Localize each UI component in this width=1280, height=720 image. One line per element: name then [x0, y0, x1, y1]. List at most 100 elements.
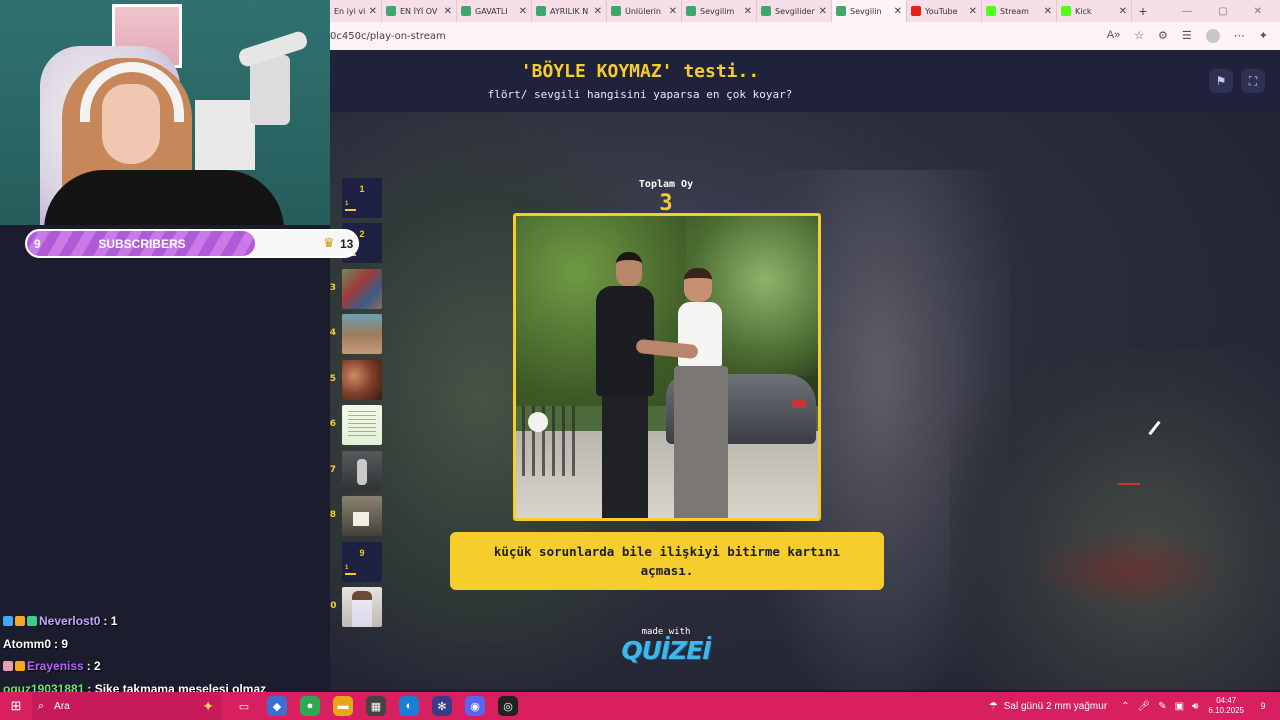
- background-blur: [950, 350, 1280, 690]
- rank-number: 3: [330, 283, 336, 293]
- ranking-item[interactable]: 7: [330, 451, 390, 491]
- total-votes-label: Toplam Oy: [638, 179, 694, 190]
- store-icon[interactable]: ▦: [366, 696, 386, 716]
- browser-tab[interactable]: Kick ✕: [1057, 0, 1132, 22]
- tab-favicon-icon: [761, 6, 771, 16]
- tab-favicon-icon: [611, 6, 621, 16]
- browser-tab[interactable]: Sevgilin ✕: [832, 0, 907, 22]
- browser-tab[interactable]: Stream ✕: [982, 0, 1057, 22]
- ranking-item[interactable]: ♛91: [330, 542, 390, 582]
- answer-option[interactable]: küçük sorunlarda bile ilişkiyi bitirme k…: [450, 532, 884, 590]
- file-explorer-icon[interactable]: ▬: [333, 696, 353, 716]
- quiz-title: 'BÖYLE KOYMAZ' testi..: [520, 61, 760, 82]
- favorites-list-icon[interactable]: ☰: [1182, 29, 1192, 43]
- speaker-icon[interactable]: 🔊︎: [1192, 701, 1198, 712]
- chat-message: Erayeniss: 2: [3, 655, 329, 678]
- quizei-logo[interactable]: QUİZEİ: [598, 636, 734, 665]
- flag-button[interactable]: ⚑: [1209, 69, 1233, 93]
- pen-icon[interactable]: ✎: [1158, 701, 1166, 712]
- chevron-up-icon[interactable]: ⌃: [1121, 701, 1129, 712]
- ranking-item[interactable]: 4: [330, 314, 390, 354]
- copilot-icon[interactable]: ✦: [1259, 29, 1268, 43]
- notification-badge[interactable]: 9: [1254, 697, 1272, 715]
- more-options-icon[interactable]: ⋯: [1234, 29, 1245, 43]
- tab-label: AYRILIK N: [550, 6, 589, 16]
- chat-badge-icon: [15, 661, 25, 672]
- profile-avatar[interactable]: [1205, 29, 1220, 43]
- new-tab-button[interactable]: +: [1132, 3, 1154, 19]
- tab-close-icon[interactable]: ✕: [894, 6, 902, 17]
- taskbar-search[interactable]: ⌕ Ara ✦: [32, 692, 222, 720]
- rank-vote-card: 11: [342, 178, 382, 218]
- obs-icon[interactable]: ◎: [498, 696, 518, 716]
- clock[interactable]: 04:47 6.10.2025: [1208, 696, 1254, 716]
- address-bar[interactable]: 0c450c/play-on-stream A» ☆ ⚙ ☰ ⋯ ✦: [330, 22, 1280, 50]
- browser-tab[interactable]: Sevgiliden ✕: [757, 0, 832, 22]
- ranking-item[interactable]: 3: [330, 269, 390, 309]
- tab-close-icon[interactable]: ✕: [744, 6, 752, 17]
- address-bar-actions: A» ☆ ⚙ ☰ ⋯ ✦: [1107, 29, 1280, 43]
- subscriber-goal-bar: 9 SUBSCRIBERS ♛ 13: [25, 229, 359, 258]
- microphone-icon[interactable]: 🎤︎: [1138, 701, 1151, 712]
- ranking-item[interactable]: 8: [330, 496, 390, 536]
- chat-overlay: Neverlost0: 1 Atomm0: 9 Erayeniss: 2 oguz19…: [3, 610, 329, 700]
- maximize-button[interactable]: ▢: [1218, 6, 1227, 17]
- tab-close-icon[interactable]: ✕: [969, 6, 977, 17]
- subscriber-label: SUBSCRIBERS: [98, 237, 186, 251]
- app-icon[interactable]: ✻: [432, 696, 452, 716]
- tab-close-icon[interactable]: ✕: [1044, 6, 1052, 17]
- minimize-button[interactable]: —: [1182, 6, 1192, 17]
- ranking-item[interactable]: 5: [330, 360, 390, 400]
- taskbar-apps: ▭ ◆ ● ▬ ▦ ◐ ✻ ◉ ◎: [222, 696, 518, 716]
- discord-icon[interactable]: ◉: [465, 696, 485, 716]
- image-woman-skirt: [674, 366, 728, 518]
- browser-tab[interactable]: En iyi vira ✕: [330, 0, 382, 22]
- browser-tab[interactable]: YouTube ✕: [907, 0, 982, 22]
- windows-icon: ⊞: [10, 698, 22, 713]
- read-aloud-icon[interactable]: A»: [1107, 29, 1120, 43]
- rain-icon: ☂: [988, 700, 998, 712]
- extensions-icon[interactable]: ⚙: [1158, 29, 1168, 43]
- copilot-app-icon[interactable]: ◆: [267, 696, 287, 716]
- edge-icon[interactable]: ◐: [399, 696, 419, 716]
- tab-close-icon[interactable]: ✕: [594, 6, 602, 17]
- ranking-item[interactable]: 11: [330, 178, 390, 218]
- url-text[interactable]: 0c450c/play-on-stream: [330, 31, 446, 42]
- ranking-item[interactable]: 6: [330, 405, 390, 445]
- favorite-star-icon[interactable]: ☆: [1134, 29, 1144, 43]
- webcam-lamp: [250, 55, 290, 125]
- network-icon[interactable]: ▣: [1175, 701, 1184, 712]
- background-blur: [1030, 530, 1230, 610]
- browser-tab[interactable]: AYRILIK N ✕: [532, 0, 607, 22]
- tab-close-icon[interactable]: ✕: [369, 6, 377, 17]
- tab-close-icon[interactable]: ✕: [819, 6, 827, 17]
- tab-label: Kick: [1075, 6, 1092, 16]
- browser-tab[interactable]: Ünlülerin ✕: [607, 0, 682, 22]
- task-view-icon[interactable]: ▭: [234, 696, 254, 716]
- tab-close-icon[interactable]: ✕: [1119, 6, 1127, 17]
- chat-text: : 9: [54, 636, 69, 651]
- flag-icon: ⚑: [1215, 74, 1227, 88]
- tab-close-icon[interactable]: ✕: [519, 6, 527, 17]
- tab-favicon-icon: [386, 6, 396, 16]
- tab-close-icon[interactable]: ✕: [444, 6, 452, 17]
- image-lamp: [528, 412, 548, 432]
- rank-votes-label: 1: [345, 201, 349, 207]
- answer-text: küçük sorunlarda bile ilişkiyi bitirme k…: [493, 544, 841, 578]
- browser-tab[interactable]: GAVATLI ✕: [457, 0, 532, 22]
- tab-favicon-icon: [836, 6, 846, 16]
- weather-widget[interactable]: ☂ Sal günü 2 mm yağmur: [989, 701, 1121, 712]
- fullscreen-button[interactable]: ⛶: [1241, 69, 1265, 93]
- ranking-item[interactable]: 10: [330, 587, 390, 627]
- tab-label: YouTube: [925, 6, 958, 16]
- tab-label: Sevgilin: [850, 6, 882, 16]
- browser-tab[interactable]: Sevgilim ✕: [682, 0, 757, 22]
- chat-badge-icon: [3, 661, 13, 672]
- browser-tab[interactable]: EN İYİ OV ✕: [382, 0, 457, 22]
- close-window-button[interactable]: ✕: [1254, 6, 1262, 17]
- tab-close-icon[interactable]: ✕: [669, 6, 677, 17]
- start-button[interactable]: ⊞: [0, 698, 32, 714]
- fullscreen-icon: ⛶: [1248, 73, 1258, 88]
- chrome-icon[interactable]: ●: [300, 696, 320, 716]
- chat-message: Neverlost0: 1: [3, 610, 329, 633]
